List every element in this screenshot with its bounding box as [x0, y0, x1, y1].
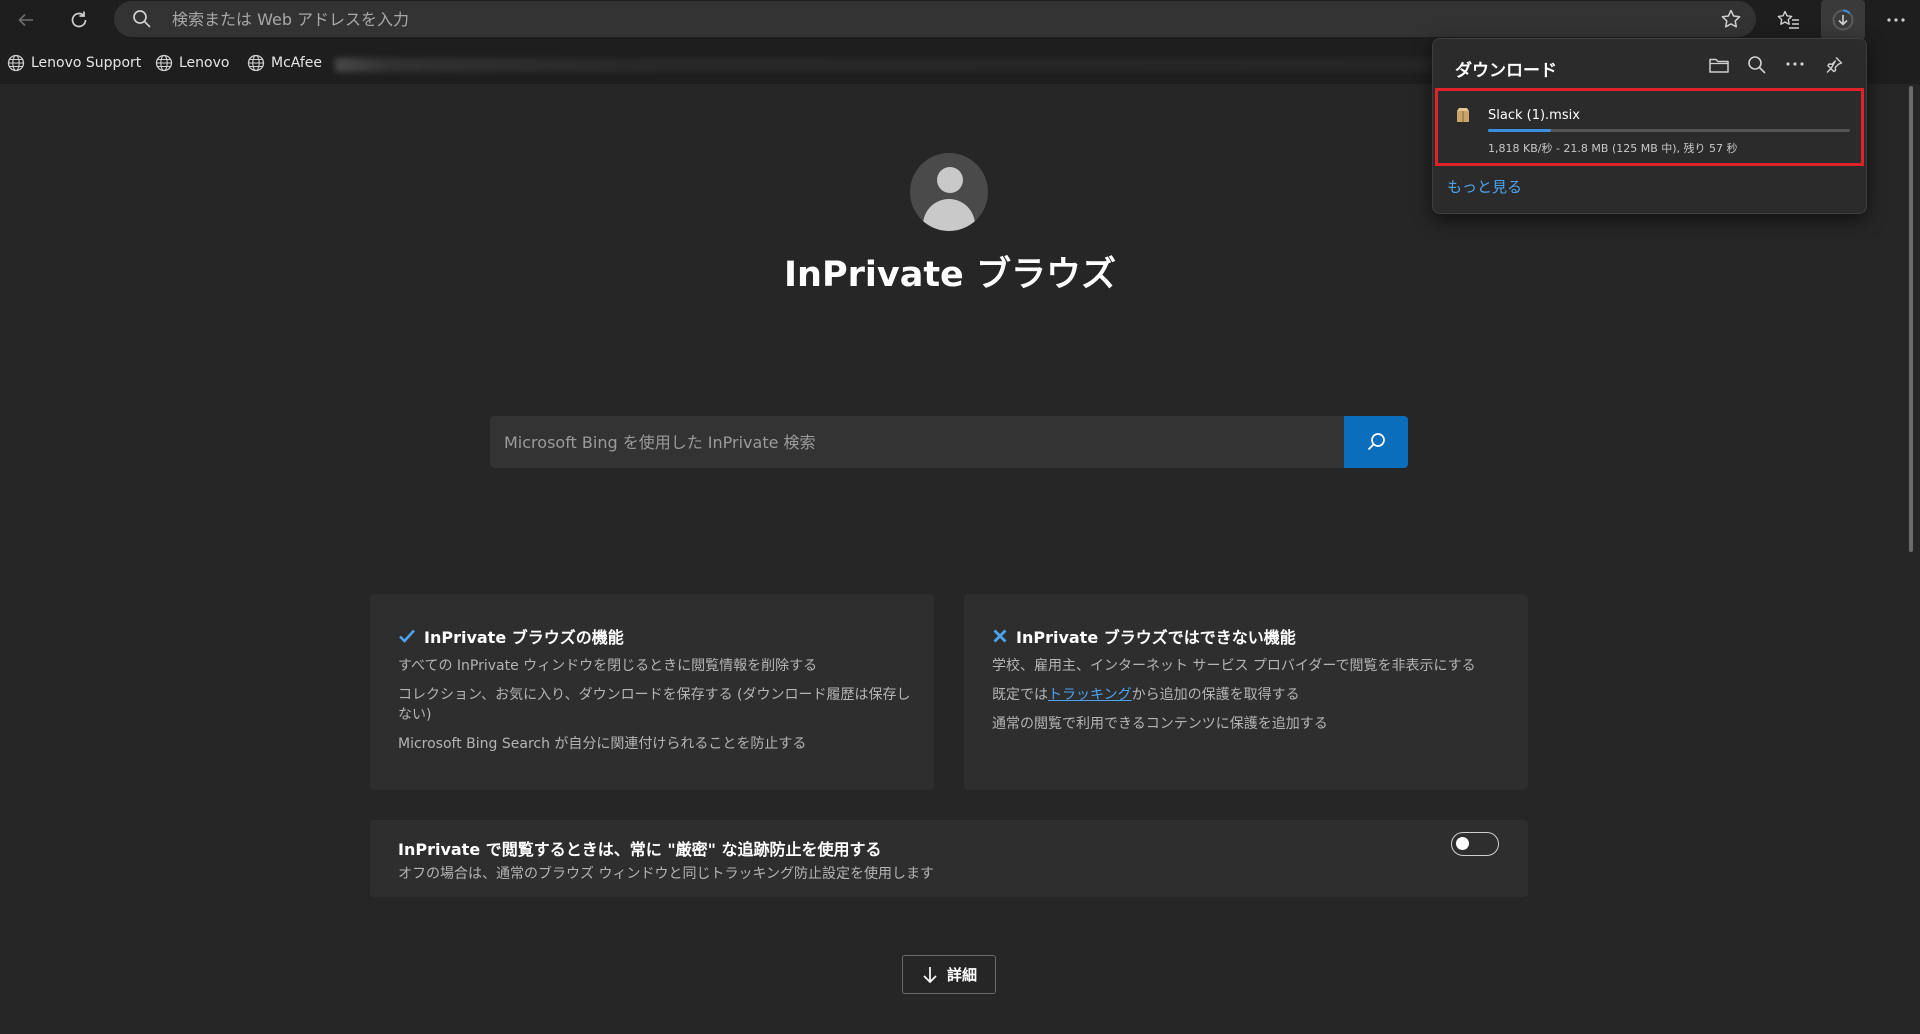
globe-icon: [247, 54, 265, 72]
page-scrollbar[interactable]: [1909, 86, 1913, 552]
pin-icon[interactable]: [1824, 55, 1844, 75]
inprivate-avatar-icon: [910, 153, 988, 231]
globe-icon: [155, 54, 173, 72]
bing-search-button[interactable]: [1344, 416, 1408, 468]
features-line-3: Microsoft Bing Search が自分に関連付けられることを防止する: [398, 736, 807, 752]
globe-icon: [7, 54, 25, 72]
back-arrow-icon: [16, 10, 36, 30]
package-file-icon: [1455, 106, 1471, 124]
inprivate-features-card: InPrivate ブラウズの機能 すべての InPrivate ウィンドウを閉…: [370, 594, 934, 790]
blurred-favorites: [335, 58, 1435, 72]
settings-more-button[interactable]: [1876, 0, 1916, 40]
downloads-title: ダウンロード: [1455, 61, 1557, 81]
favorite-lenovo[interactable]: Lenovo: [155, 52, 229, 74]
bing-search-box: [490, 416, 1408, 468]
tracking-link[interactable]: トラッキング: [1048, 687, 1132, 703]
refresh-icon: [68, 9, 90, 31]
download-status: 1,818 KB/秒 - 21.8 MB (125 MB 中), 残り 57 秒: [1488, 142, 1738, 155]
refresh-button[interactable]: [59, 0, 99, 40]
download-progress-track: [1488, 129, 1850, 132]
favorite-lenovo-support[interactable]: Lenovo Support: [7, 52, 141, 74]
checkmark-icon: [398, 628, 416, 644]
favorites-button[interactable]: [1769, 0, 1809, 40]
strict-tracking-toggle[interactable]: [1451, 832, 1499, 856]
more-dots-icon: [1886, 17, 1906, 23]
limits-line-3: 通常の閲覧で利用できるコンテンツに保護を追加する: [992, 716, 1328, 732]
address-input[interactable]: [172, 7, 1672, 31]
strict-tracking-title: InPrivate で閲覧するときは、常に "厳密" な追跡防止を使用する: [398, 840, 882, 859]
limits-line-1: 学校、雇用主、インターネット サービス プロバイダーで閲覧を非表示にする: [992, 658, 1476, 674]
address-bar[interactable]: [114, 1, 1756, 37]
strict-tracking-card: InPrivate で閲覧するときは、常に "厳密" な追跡防止を使用する オフ…: [370, 820, 1528, 897]
download-item[interactable]: Slack (1).msix 1,818 KB/秒 - 21.8 MB (125…: [1435, 88, 1864, 166]
features-card-title: InPrivate ブラウズの機能: [398, 624, 624, 648]
search-downloads-icon[interactable]: [1747, 55, 1767, 75]
more-options-icon[interactable]: [1785, 59, 1805, 69]
favorites-list-icon: [1777, 9, 1801, 31]
page-title: InPrivate ブラウズ: [784, 255, 1116, 295]
search-icon: [1365, 431, 1387, 453]
limits-card-title: InPrivate ブラウズではできない機能: [992, 624, 1296, 648]
downloads-button[interactable]: [1821, 0, 1865, 40]
open-folder-icon[interactable]: [1708, 55, 1730, 75]
strict-tracking-subtitle: オフの場合は、通常のブラウズ ウィンドウと同じトラッキング防止設定を使用します: [398, 866, 935, 882]
limits-line-2: 既定ではトラッキングから追加の保護を取得する: [992, 687, 1300, 703]
features-line-1: すべての InPrivate ウィンドウを閉じるときに閲覧情報を削除する: [398, 658, 818, 674]
toggle-knob: [1456, 837, 1469, 850]
favorite-label: Lenovo Support: [31, 55, 142, 71]
favorite-label: McAfee: [271, 55, 323, 71]
add-favorite-star-icon[interactable]: [1720, 8, 1742, 30]
download-icon: [1831, 8, 1855, 32]
download-progress-fill: [1488, 129, 1551, 132]
inprivate-limits-card: InPrivate ブラウズではできない機能 学校、雇用主、インターネット サー…: [964, 594, 1528, 790]
search-icon: [132, 9, 152, 29]
downloads-flyout: ダウンロード Slack (1).msix 1,818 KB/秒 - 21.8 …: [1432, 38, 1867, 214]
favorite-mcafee[interactable]: McAfee: [247, 52, 322, 74]
bing-search-input[interactable]: [504, 430, 1324, 454]
see-more-link[interactable]: もっと見る: [1447, 176, 1522, 197]
features-line-2: コレクション、お気に入り、ダウンロードを保存する (ダウンロード履歴は保存しない…: [398, 687, 911, 723]
details-button[interactable]: 詳細: [902, 955, 996, 994]
favorite-label: Lenovo: [179, 55, 230, 71]
back-button[interactable]: [6, 0, 46, 40]
browser-toolbar: [0, 0, 1920, 40]
arrow-down-icon: [921, 965, 939, 985]
download-filename: Slack (1).msix: [1488, 108, 1580, 123]
cross-icon: [992, 628, 1008, 644]
